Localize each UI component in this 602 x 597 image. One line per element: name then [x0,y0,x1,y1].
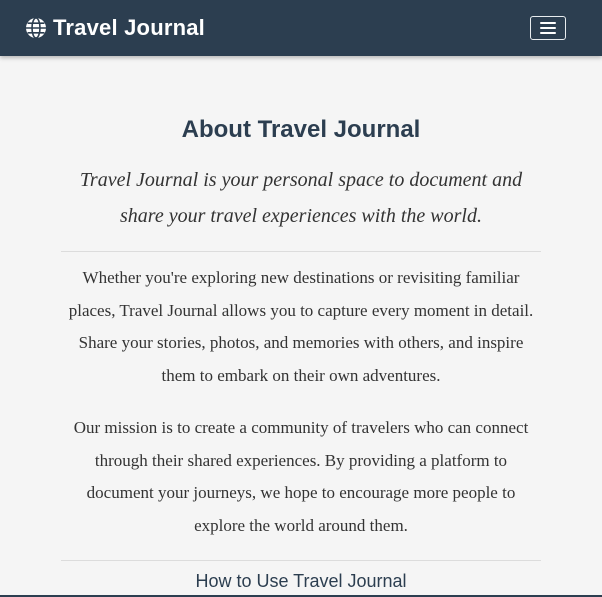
menu-toggle-button[interactable] [530,16,566,40]
about-section: About Travel Journal Travel Journal is y… [61,56,541,592]
divider [61,251,541,252]
intro-paragraph: Whether you're exploring new destination… [68,268,534,385]
hamburger-menu-icon-bar [540,32,556,34]
globe-icon [25,17,47,39]
brand-title: Travel Journal [53,15,205,40]
brand-link[interactable]: Travel Journal [25,15,205,41]
page-title: About Travel Journal [181,116,421,143]
top-navbar: Travel Journal [0,0,602,56]
mission-paragraph: Our mission is to create a community of … [73,418,529,535]
lead-text: Travel Journal is your personal space to… [79,169,523,227]
hamburger-menu-icon [540,22,556,24]
how-to-use-heading: How to Use Travel Journal [195,571,407,591]
divider [61,560,541,561]
hamburger-menu-icon-bar [540,27,556,29]
